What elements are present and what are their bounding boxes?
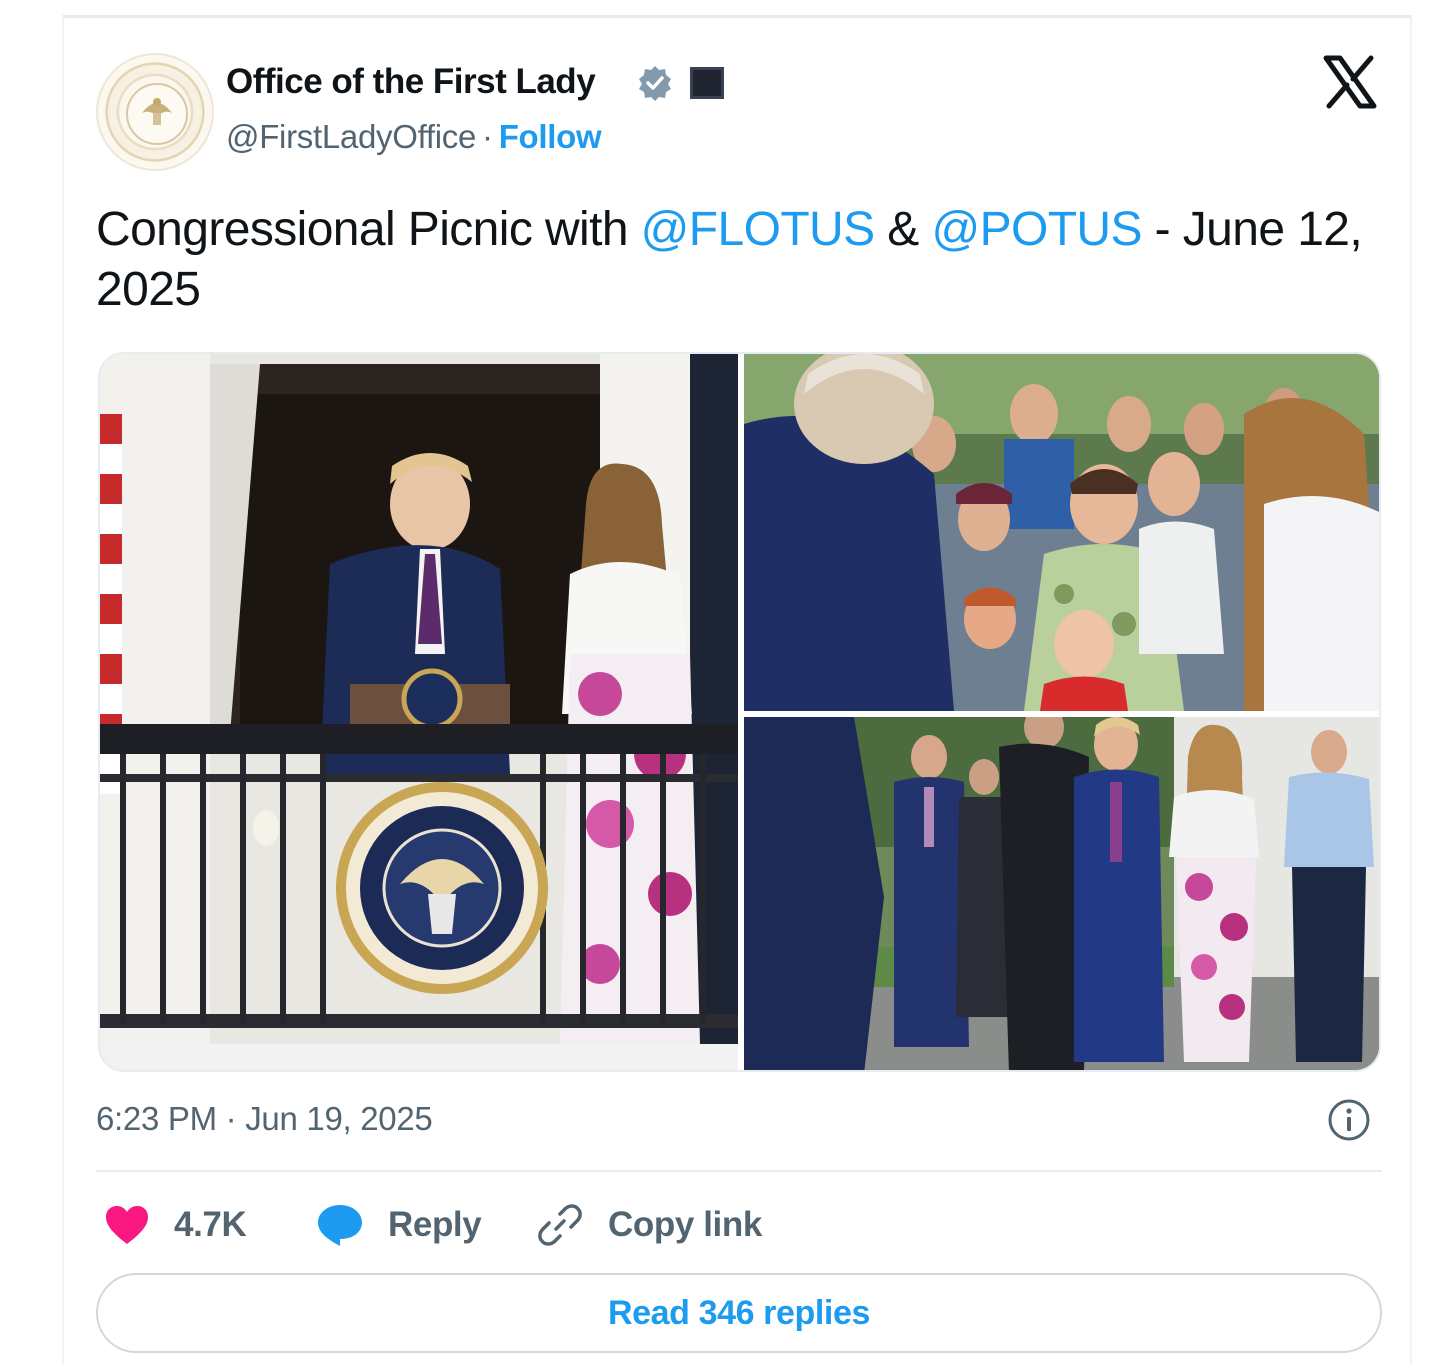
account-handle[interactable]: @FirstLadyOffice (226, 118, 476, 155)
tweet-text-part: Congressional Picnic with (96, 203, 641, 256)
x-logo-icon[interactable] (1322, 54, 1378, 110)
reply-bubble-icon (318, 1205, 362, 1246)
presidential-seal-icon (126, 83, 188, 145)
photo-lawn-image (744, 717, 1379, 1070)
copy-link-button[interactable]: Copy link (536, 1198, 762, 1252)
like-button[interactable]: 4.7K (104, 1198, 247, 1252)
handle-line: @FirstLadyOffice · Follow (226, 118, 602, 156)
tweet-timestamp[interactable]: 6:23 PM · Jun 19, 2025 (96, 1100, 433, 1138)
photo-balcony[interactable] (100, 354, 738, 1070)
photo-lawn[interactable] (744, 717, 1379, 1070)
photo-crowd-image (744, 354, 1379, 711)
mention-flotus[interactable]: @FLOTUS (641, 203, 875, 256)
link-icon (538, 1204, 582, 1246)
photo-crowd[interactable] (744, 354, 1379, 711)
media-grid (98, 352, 1381, 1072)
read-replies-label: Read 346 replies (608, 1293, 870, 1332)
account-avatar[interactable] (96, 53, 214, 171)
read-replies-button[interactable]: Read 346 replies (96, 1273, 1382, 1353)
divider (96, 1170, 1382, 1172)
tweet-text-part: & (874, 203, 932, 256)
display-name[interactable]: Office of the First Lady (226, 62, 596, 102)
separator: · (482, 118, 493, 155)
mention-potus[interactable]: @POTUS (931, 203, 1142, 256)
photo-balcony-image (100, 354, 738, 1070)
tweet-text: Congressional Picnic with @FLOTUS & @POT… (96, 200, 1386, 320)
heart-icon (106, 1206, 148, 1244)
copy-link-label: Copy link (608, 1205, 762, 1244)
reply-button[interactable]: Reply (316, 1198, 482, 1252)
verified-badge-icon (639, 66, 671, 101)
like-count: 4.7K (174, 1205, 247, 1244)
info-icon[interactable] (1326, 1097, 1372, 1143)
follow-button[interactable]: Follow (499, 118, 602, 155)
affiliation-flag-icon (690, 67, 724, 99)
reply-label: Reply (388, 1205, 482, 1244)
